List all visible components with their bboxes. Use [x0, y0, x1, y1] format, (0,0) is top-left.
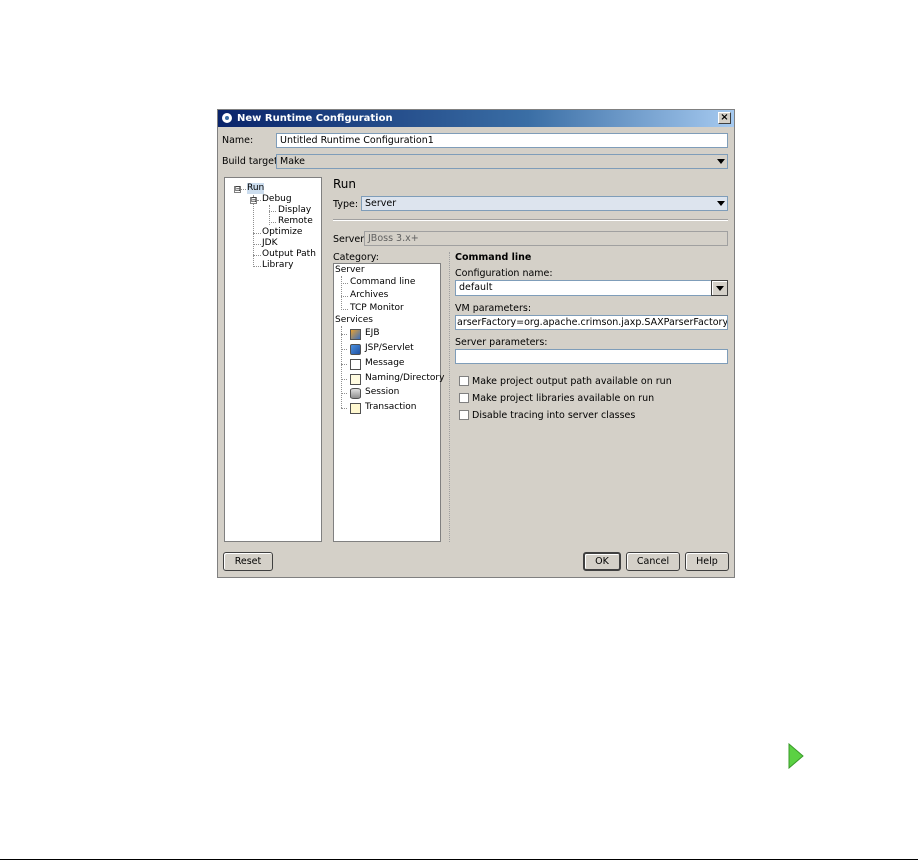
name-label: Name:: [222, 135, 254, 146]
run-heading: Run: [333, 177, 357, 191]
type-value: Server: [365, 198, 397, 209]
transaction-icon: [350, 403, 361, 414]
category-item-command-line[interactable]: Command line: [350, 277, 415, 288]
disable-tracing-checkbox[interactable]: [459, 410, 469, 420]
ok-button[interactable]: OK: [583, 552, 621, 571]
command-line-heading: Command line: [455, 252, 532, 263]
chevron-down-icon: [716, 286, 724, 291]
server-label: Server:: [333, 234, 368, 245]
disable-tracing-checkbox-label: Disable tracing into server classes: [472, 410, 636, 421]
chevron-down-icon: [717, 201, 725, 206]
nav-tree: ⊟ Run ⊟ Debug Display Remote Optimize JD…: [224, 177, 322, 542]
output-path-checkbox[interactable]: [459, 376, 469, 386]
server-field: JBoss 3.x+: [364, 231, 728, 246]
nav-item-library[interactable]: Library: [262, 260, 293, 271]
vm-params-label: VM parameters:: [455, 303, 532, 314]
ejb-icon: [350, 329, 361, 340]
type-label: Type:: [333, 199, 359, 210]
category-item-message[interactable]: Message: [365, 358, 404, 369]
nav-item-optimize[interactable]: Optimize: [262, 227, 302, 238]
category-group-services[interactable]: Services: [335, 315, 373, 326]
message-icon: [350, 359, 361, 370]
divider: [333, 219, 728, 221]
panel-separator: [449, 252, 450, 542]
dialog-title: New Runtime Configuration: [237, 113, 393, 124]
runtime-config-dialog: New Runtime Configuration × Name: Untitl…: [217, 109, 735, 578]
category-item-archives[interactable]: Archives: [350, 290, 388, 301]
collapse-icon[interactable]: ⊟: [234, 186, 241, 193]
naming-directory-icon: [350, 374, 361, 385]
vm-params-input[interactable]: arserFactory=org.apache.crimson.jaxp.SAX…: [455, 315, 728, 330]
nav-item-run[interactable]: Run: [247, 183, 265, 194]
category-item-tcp-monitor[interactable]: TCP Monitor: [350, 303, 404, 314]
category-label: Category:: [333, 252, 379, 263]
type-select[interactable]: Server: [361, 196, 728, 211]
chevron-down-icon: [717, 159, 725, 164]
build-target-select[interactable]: Make: [276, 154, 728, 169]
libraries-checkbox-label: Make project libraries available on run: [472, 393, 655, 404]
category-item-jsp-servlet[interactable]: JSP/Servlet: [365, 343, 414, 354]
category-item-session[interactable]: Session: [365, 387, 399, 398]
play-arrow-icon[interactable]: [787, 743, 805, 769]
config-name-label: Configuration name:: [455, 268, 553, 279]
config-name-combo[interactable]: default: [455, 280, 728, 296]
nav-item-remote[interactable]: Remote: [278, 216, 313, 227]
config-name-dropdown-button[interactable]: [711, 280, 728, 296]
cancel-button[interactable]: Cancel: [626, 552, 680, 571]
dialog-titlebar[interactable]: New Runtime Configuration ×: [218, 110, 734, 127]
category-item-transaction[interactable]: Transaction: [365, 402, 417, 413]
close-icon[interactable]: ×: [718, 112, 731, 124]
build-target-label: Build target:: [222, 156, 281, 167]
output-path-checkbox-label: Make project output path available on ru…: [472, 376, 672, 387]
build-target-value: Make: [280, 156, 306, 167]
collapse-icon[interactable]: ⊟: [250, 197, 257, 204]
nav-item-display[interactable]: Display: [278, 205, 311, 216]
app-icon: [221, 112, 233, 124]
server-params-label: Server parameters:: [455, 337, 548, 348]
libraries-checkbox[interactable]: [459, 393, 469, 403]
category-item-ejb[interactable]: EJB: [365, 328, 380, 339]
server-params-input[interactable]: [455, 349, 728, 364]
config-name-value: default: [459, 282, 493, 293]
help-button[interactable]: Help: [685, 552, 729, 571]
nav-item-debug[interactable]: Debug: [262, 194, 292, 205]
category-item-naming-directory[interactable]: Naming/Directory: [365, 373, 444, 384]
session-icon: [350, 388, 361, 399]
nav-item-output-path[interactable]: Output Path: [262, 249, 316, 260]
category-group-server[interactable]: Server: [335, 265, 365, 276]
category-tree: Server Command line Archives TCP Monitor…: [333, 263, 444, 542]
name-input[interactable]: Untitled Runtime Configuration1: [276, 133, 728, 148]
jsp-servlet-icon: [350, 344, 361, 355]
reset-button[interactable]: Reset: [223, 552, 273, 571]
page-rule: [0, 859, 918, 860]
nav-item-jdk[interactable]: JDK: [262, 238, 278, 249]
